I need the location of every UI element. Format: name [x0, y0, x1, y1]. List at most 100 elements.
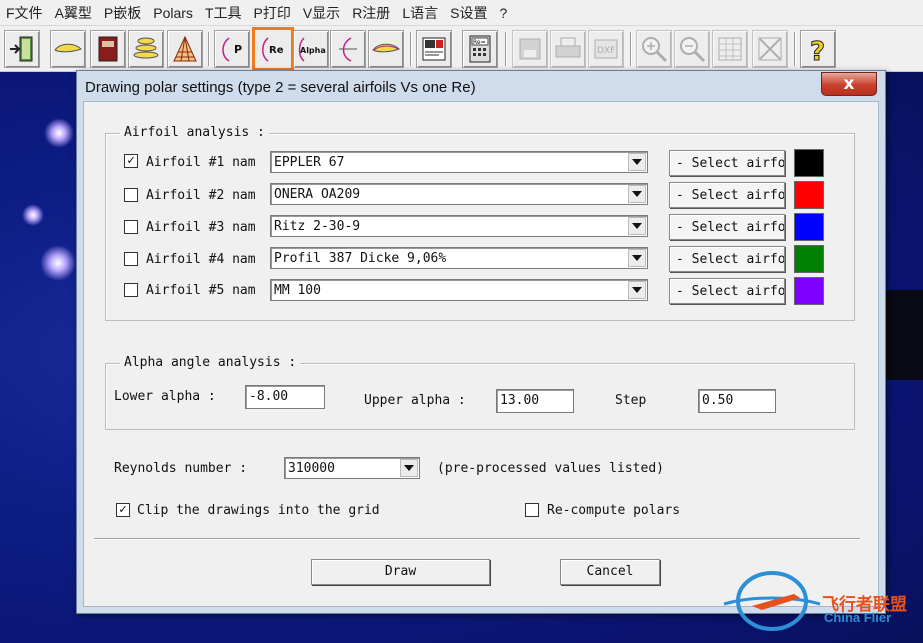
airfoil-4-color-swatch[interactable]: [794, 245, 824, 273]
check-mark-icon: ✓: [127, 153, 135, 168]
book-icon: [98, 36, 118, 62]
airfoil-2-select[interactable]: ONERA OA209: [270, 183, 648, 205]
stacked-airfoils-icon: [133, 37, 159, 59]
menu-airfoil[interactable]: A翼型: [49, 3, 98, 23]
airfoil-compare-button[interactable]: [368, 30, 404, 68]
save-button[interactable]: [512, 30, 548, 68]
lower-alpha-input[interactable]: -8.00: [245, 385, 325, 409]
help-button[interactable]: ?: [800, 30, 836, 68]
chevron-down-icon[interactable]: [628, 281, 646, 299]
svg-text:Re: Re: [269, 45, 284, 56]
menu-tools[interactable]: T工具: [199, 3, 248, 23]
grid-table-button[interactable]: [712, 30, 748, 68]
polar-re-button[interactable]: Re: [252, 27, 294, 71]
zoom-in-button[interactable]: [636, 30, 672, 68]
step-label: Step: [615, 393, 647, 408]
menu-polars[interactable]: Polars: [147, 5, 199, 21]
dialog-title: Drawing polar settings (type 2 = several…: [85, 79, 476, 96]
airfoil-4-value: Profil 387 Dicke 9,06%: [274, 251, 447, 266]
draw-button[interactable]: Draw: [311, 559, 490, 585]
clip-grid-label: Clip the drawings into the grid: [137, 503, 380, 518]
airfoil-1-color-swatch[interactable]: [794, 149, 824, 177]
divider: [94, 538, 860, 540]
airfoil-5-select[interactable]: MM 100: [270, 279, 648, 301]
reynolds-label: Reynolds number :: [114, 461, 248, 476]
dialog-close-button[interactable]: x: [821, 72, 877, 96]
upper-alpha-input[interactable]: 13.00: [496, 389, 574, 413]
airfoil-2-color-swatch[interactable]: [794, 181, 824, 209]
airfoil-3-select-button[interactable]: - Select airfoil: [669, 214, 785, 240]
airfoil-4-select-button[interactable]: - Select airfoil: [669, 246, 785, 272]
airfoil-3-select[interactable]: Ritz 2-30-9: [270, 215, 648, 237]
stacked-airfoils-button[interactable]: [128, 30, 164, 68]
airfoil-2-label: Airfoil #2 nam: [146, 188, 256, 203]
polar-alpha-button[interactable]: Alpha: [293, 30, 329, 68]
airfoil-4-select[interactable]: Profil 387 Dicke 9,06%: [270, 247, 648, 269]
chevron-down-icon[interactable]: [628, 185, 646, 203]
polar-p-icon: P: [222, 37, 242, 62]
airfoil-5-select-button[interactable]: - Select airfoil: [669, 278, 785, 304]
airfoil-icon: [54, 43, 82, 53]
recompute-polars-checkbox[interactable]: [525, 503, 539, 517]
re-calculator-icon: Re=: [469, 35, 491, 63]
toolbar: P Re Alpha Re= DXF ?: [0, 26, 923, 72]
menu-print[interactable]: P打印: [248, 3, 297, 23]
airfoil-1-select[interactable]: EPPLER 67: [270, 151, 648, 173]
reynolds-note: (pre-processed values listed): [437, 461, 664, 476]
chevron-down-icon[interactable]: [628, 153, 646, 171]
print-preview-button[interactable]: [416, 30, 452, 68]
step-input[interactable]: 0.50: [698, 389, 776, 413]
menu-file[interactable]: F文件: [0, 3, 49, 23]
menu-panels[interactable]: P嵌板: [98, 3, 147, 23]
clip-grid-checkbox[interactable]: ✓: [116, 503, 130, 517]
exit-button[interactable]: [4, 30, 40, 68]
airfoil-1-select-button[interactable]: - Select airfoil: [669, 150, 785, 176]
chevron-down-icon[interactable]: [400, 459, 418, 477]
airfoil-2-checkbox[interactable]: [124, 188, 138, 202]
background-shape: [884, 290, 923, 380]
airfoil-5-color-swatch[interactable]: [794, 277, 824, 305]
airfoil-3-checkbox[interactable]: [124, 220, 138, 234]
grid-table-icon: [718, 37, 742, 61]
menu-language[interactable]: L语言: [396, 3, 444, 23]
airfoil-analysis-title: Airfoil analysis :: [120, 125, 269, 140]
menu-view[interactable]: V显示: [297, 3, 346, 23]
reynolds-select[interactable]: 310000: [284, 457, 420, 479]
polar-settings-dialog: Drawing polar settings (type 2 = several…: [76, 70, 886, 614]
polar-curve-button[interactable]: [330, 30, 366, 68]
airfoil-compare-icon: [372, 43, 400, 53]
airfoil-3-color-swatch[interactable]: [794, 213, 824, 241]
chevron-down-icon[interactable]: [628, 249, 646, 267]
menu-bar: F文件 A翼型 P嵌板 Polars T工具 P打印 V显示 R注册 L语言 S…: [0, 0, 923, 26]
airfoil-5-checkbox[interactable]: [124, 283, 138, 297]
dxf-export-button[interactable]: DXF: [588, 30, 624, 68]
airfoil-1-checkbox[interactable]: ✓: [124, 154, 138, 168]
polar-curve-icon: [339, 37, 357, 62]
reynolds-value: 310000: [288, 461, 335, 476]
background-sparkle: [22, 204, 44, 226]
menu-help[interactable]: ?: [493, 5, 513, 21]
dialog-client-area: Airfoil analysis : ✓ Airfoil #1 nam EPPL…: [83, 101, 879, 607]
cancel-button[interactable]: Cancel: [560, 559, 660, 585]
zoom-out-icon: [680, 37, 706, 63]
re-calculator-button[interactable]: Re=: [462, 30, 498, 68]
chevron-down-icon[interactable]: [628, 217, 646, 235]
print-button[interactable]: [550, 30, 586, 68]
menu-register[interactable]: R注册: [346, 3, 396, 23]
menu-settings[interactable]: S设置: [444, 3, 493, 23]
airfoil-1-value: EPPLER 67: [274, 155, 345, 170]
watermark-en: China Flier: [824, 610, 892, 625]
polar-p-button[interactable]: P: [214, 30, 250, 68]
background-sparkle: [44, 118, 74, 148]
svg-text:Re=: Re=: [473, 39, 486, 46]
airfoil-1-label: Airfoil #1 nam: [146, 155, 256, 170]
panels-button[interactable]: [167, 30, 203, 68]
zoom-out-button[interactable]: [674, 30, 710, 68]
close-x-button[interactable]: [752, 30, 788, 68]
airfoil-2-select-button[interactable]: - Select airfoil: [669, 182, 785, 208]
airfoil-4-checkbox[interactable]: [124, 252, 138, 266]
airfoil-5-label: Airfoil #5 nam: [146, 283, 256, 298]
airfoil-button[interactable]: [50, 30, 86, 68]
book-button[interactable]: [90, 30, 126, 68]
check-mark-icon: ✓: [119, 502, 127, 517]
